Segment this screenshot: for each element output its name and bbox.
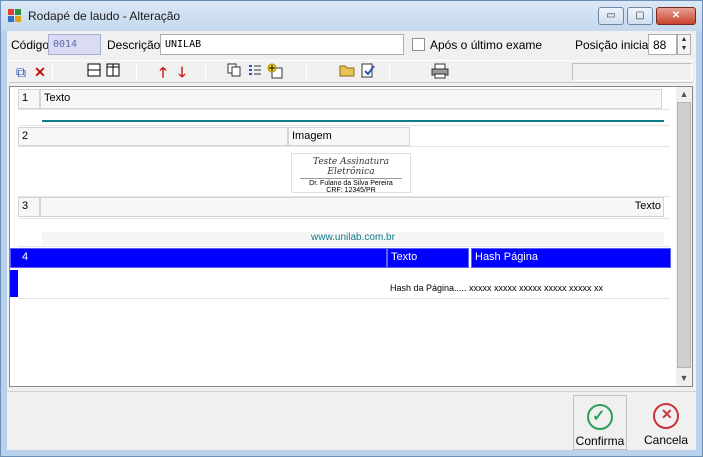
codigo-field[interactable]: 0014 (48, 34, 101, 55)
row-divider (18, 125, 670, 126)
spin-down-icon[interactable]: ▼ (678, 44, 690, 53)
posicao-inicial-label: Posição inicial (575, 38, 652, 52)
codigo-label: Código (11, 38, 50, 52)
scroll-up-icon[interactable]: ▲ (676, 87, 692, 102)
signature-crf: CRF: 12345/PR (326, 187, 376, 194)
row-number-selected[interactable]: 4 (10, 248, 387, 268)
separator (136, 64, 137, 81)
signature-image[interactable]: Teste Assinatura Eletrônica Dr. Fulano d… (291, 153, 411, 194)
row-divider (18, 218, 670, 219)
confirma-label: Confirma (575, 434, 625, 448)
separator (389, 64, 390, 81)
minimize-button[interactable]: ▭ (598, 7, 624, 25)
apos-ultimo-exame-label: Após o último exame (430, 38, 543, 52)
row-4-text-cell[interactable]: Texto (387, 248, 469, 268)
cancela-label: Cancela (643, 433, 689, 447)
row-split-icon[interactable] (85, 63, 103, 81)
close-icon: ✕ (671, 10, 681, 21)
row-divider (18, 109, 670, 110)
row-1-text-cell[interactable]: Texto (40, 89, 662, 109)
print-icon[interactable] (431, 63, 449, 81)
move-down-icon[interactable]: 🡓 (173, 63, 191, 81)
separator (306, 64, 307, 81)
column-split-icon[interactable] (104, 63, 122, 81)
close-button[interactable]: ✕ (656, 7, 696, 25)
posicao-spinner[interactable]: ▲ ▼ (677, 34, 691, 55)
footer-divider (7, 391, 696, 392)
descricao-field[interactable]: UNILAB (160, 34, 404, 55)
row-number[interactable]: 3 (18, 197, 40, 217)
maximize-icon: ▢ (635, 10, 645, 21)
teal-horizontal-line (42, 120, 664, 122)
window-title: Rodapé de laudo - Alteração (28, 9, 181, 23)
open-folder-icon[interactable] (338, 63, 356, 81)
row-number[interactable]: 2 (18, 127, 288, 146)
list-icon[interactable] (246, 63, 264, 81)
row-divider (18, 146, 670, 147)
row-number[interactable]: 1 (18, 89, 40, 109)
row-divider (18, 298, 670, 299)
apos-ultimo-exame-checkbox[interactable] (412, 38, 425, 51)
add-layers-icon[interactable]: ⧉ (12, 63, 30, 81)
row-selection-marker (10, 270, 18, 297)
move-up-icon[interactable]: 🡑 (154, 63, 172, 81)
cancela-button[interactable]: ✕ Cancela (639, 395, 693, 450)
row-3-text-cell[interactable]: Texto (40, 197, 664, 217)
separator (205, 64, 206, 81)
spin-up-icon[interactable]: ▲ (678, 35, 690, 44)
check-icon: ✓ (587, 404, 613, 430)
toolbar-status-cell (572, 63, 692, 81)
copy-icon[interactable] (225, 63, 243, 81)
row-divider (18, 246, 670, 247)
descricao-label: Descrição (107, 38, 161, 52)
client-area: Código 0014 Descrição UNILAB Após o últi… (7, 31, 696, 450)
website-text: www.unilab.com.br (42, 232, 664, 245)
signature-script: Teste Assinatura Eletrônica (313, 157, 389, 177)
check-doc-icon[interactable] (359, 63, 377, 81)
toolbar: ⧉ ✕ 🡑 🡓 (9, 60, 693, 83)
row-2-image-cell[interactable]: Imagem (288, 127, 410, 146)
hash-text: Hash da Página..... xxxxx xxxxx xxxxx xx… (388, 283, 670, 296)
confirma-button[interactable]: ✓ Confirma (573, 395, 627, 450)
row-4-hash-cell[interactable]: Hash Página (471, 248, 671, 268)
separator (52, 64, 53, 81)
minimize-icon: ▭ (606, 10, 616, 21)
scroll-down-icon[interactable]: ▼ (676, 371, 692, 386)
title-bar: Rodapé de laudo - Alteração ▭ ▢ ✕ (1, 1, 702, 31)
maximize-button[interactable]: ▢ (627, 7, 653, 25)
delete-icon[interactable]: ✕ (31, 63, 49, 81)
vertical-scrollbar[interactable]: ▲ ▼ (676, 87, 692, 386)
signature-name: Dr. Fulano da Silva Pereira (300, 178, 402, 187)
footer-layout-editor: 1 Texto 2 Imagem Teste Assinatura Eletrô… (9, 86, 693, 387)
app-icon (8, 9, 22, 23)
scroll-thumb[interactable] (677, 102, 691, 368)
cancel-icon: ✕ (653, 403, 679, 429)
dialog-window: Rodapé de laudo - Alteração ▭ ▢ ✕ Código… (0, 0, 703, 457)
posicao-inicial-field[interactable]: 88 (648, 34, 677, 55)
add-image-icon[interactable] (266, 63, 284, 81)
